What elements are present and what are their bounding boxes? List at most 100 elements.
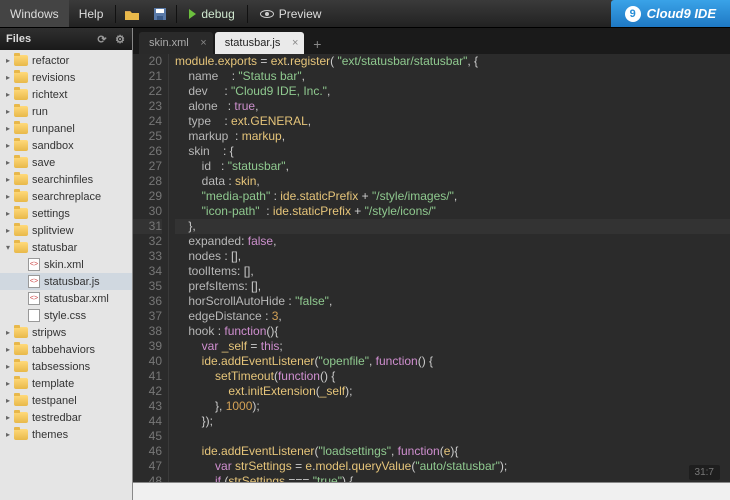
folder-icon [14,361,28,372]
line-gutter: 2021222324252627282930313233343536373839… [133,54,169,500]
folder-tabsessions[interactable]: ▸tabsessions [0,358,132,375]
folder-testpanel[interactable]: ▸testpanel [0,392,132,409]
folder-icon [14,412,28,423]
folder-statusbar[interactable]: ▾ statusbar [0,239,132,256]
file-statusbar.js[interactable]: <> statusbar.js [0,273,132,290]
tree-label: template [32,378,74,390]
gear-icon[interactable]: ⚙ [114,33,126,45]
tree-arrow-icon [18,278,26,286]
folder-icon [14,157,28,168]
tree-arrow-icon: ▸ [4,414,12,422]
tree-arrow-icon: ▸ [4,380,12,388]
file-skin.xml[interactable]: <> skin.xml [0,256,132,273]
save-icon[interactable] [148,4,172,24]
tree-label: statusbar.js [44,276,100,288]
tab-add-button[interactable]: + [306,34,328,54]
folder-stripws[interactable]: ▸ stripws [0,324,132,341]
folder-refactor[interactable]: ▸refactor [0,52,132,69]
code-editor[interactable]: 2021222324252627282930313233343536373839… [133,54,730,500]
cloud9-logo[interactable]: 9Cloud9 IDE [611,0,730,27]
tab-close-icon[interactable]: × [200,37,206,49]
folder-template[interactable]: ▸ template [0,375,132,392]
file-icon: <> [28,258,40,271]
file-statusbar.xml[interactable]: <>statusbar.xml [0,290,132,307]
tree-label: style.css [44,310,86,322]
folder-runpanel[interactable]: ▸ runpanel [0,120,132,137]
folder-save[interactable]: ▸ save [0,154,132,171]
folder-richtext[interactable]: ▸richtext [0,86,132,103]
tab-skin-xml[interactable]: skin.xml× [139,32,213,54]
file-icon [28,309,40,322]
folder-icon [14,395,28,406]
open-file-icon[interactable] [120,4,144,24]
menu-help[interactable]: Help [69,0,114,27]
tab-close-icon[interactable]: × [292,37,298,49]
file-tree[interactable]: ▸refactor▸revisions▸richtext▸run▸runpane… [0,50,132,500]
code-content[interactable]: module.exports = ext.register( "ext/stat… [169,54,730,500]
tab-statusbar-js[interactable]: statusbar.js× [215,32,305,54]
play-icon [189,9,196,19]
folder-icon [14,174,28,185]
folder-icon [14,89,28,100]
folder-searchinfiles[interactable]: ▸ searchinfiles [0,171,132,188]
tree-label: settings [32,208,70,220]
sidebar-header: Files ⟳ ⚙ [0,28,132,50]
bottom-bar [133,482,730,500]
tree-arrow-icon [18,295,26,303]
folder-themes[interactable]: ▸ themes [0,426,132,443]
run-debug-button[interactable]: debug [179,7,244,21]
tree-label: splitview [32,225,74,237]
eye-icon [260,10,274,18]
tree-arrow-icon: ▸ [4,176,12,184]
menu-windows[interactable]: Windows [0,0,69,27]
refresh-icon[interactable]: ⟳ [96,33,108,45]
tree-arrow-icon: ▸ [4,227,12,235]
file-style.css[interactable]: style.css [0,307,132,324]
tree-label: testpanel [32,395,77,407]
folder-sandbox[interactable]: ▸ sandbox [0,137,132,154]
folder-splitview[interactable]: ▸ splitview [0,222,132,239]
folder-icon [14,344,28,355]
folder-icon [14,55,28,66]
folder-revisions[interactable]: ▸revisions [0,69,132,86]
tree-arrow-icon: ▸ [4,329,12,337]
cursor-position: 31:7 [689,465,720,480]
file-icon: <> [28,292,40,305]
folder-icon [14,208,28,219]
tree-arrow-icon: ▾ [4,244,12,252]
tree-arrow-icon: ▸ [4,125,12,133]
folder-searchreplace[interactable]: ▸searchreplace [0,188,132,205]
folder-settings[interactable]: ▸settings [0,205,132,222]
tree-arrow-icon: ▸ [4,159,12,167]
tab-bar: skin.xml×statusbar.js×+ [133,28,730,54]
folder-icon [14,429,28,440]
folder-icon [14,140,28,151]
preview-button[interactable]: Preview [250,7,332,21]
folder-icon [14,242,28,253]
tree-label: testredbar [32,412,82,424]
tree-arrow-icon: ▸ [4,193,12,201]
tree-label: runpanel [32,123,75,135]
tree-label: refactor [32,55,69,67]
tree-label: searchinfiles [32,174,93,186]
tree-label: sandbox [32,140,74,152]
tree-arrow-icon: ▸ [4,363,12,371]
editor-area: skin.xml×statusbar.js×+ 2021222324252627… [133,28,730,500]
tree-label: themes [32,429,68,441]
tree-arrow-icon [18,261,26,269]
tree-label: skin.xml [44,259,84,271]
tree-label: save [32,157,55,169]
tree-arrow-icon: ▸ [4,431,12,439]
tree-label: revisions [32,72,75,84]
folder-tabbehaviors[interactable]: ▸tabbehaviors [0,341,132,358]
folder-icon [14,225,28,236]
tree-label: stripws [32,327,66,339]
tree-arrow-icon: ▸ [4,108,12,116]
folder-run[interactable]: ▸run [0,103,132,120]
file-icon: <> [28,275,40,288]
tree-arrow-icon: ▸ [4,142,12,150]
tree-label: tabbehaviors [32,344,95,356]
folder-testredbar[interactable]: ▸ testredbar [0,409,132,426]
tree-label: statusbar [32,242,77,254]
folder-icon [14,327,28,338]
